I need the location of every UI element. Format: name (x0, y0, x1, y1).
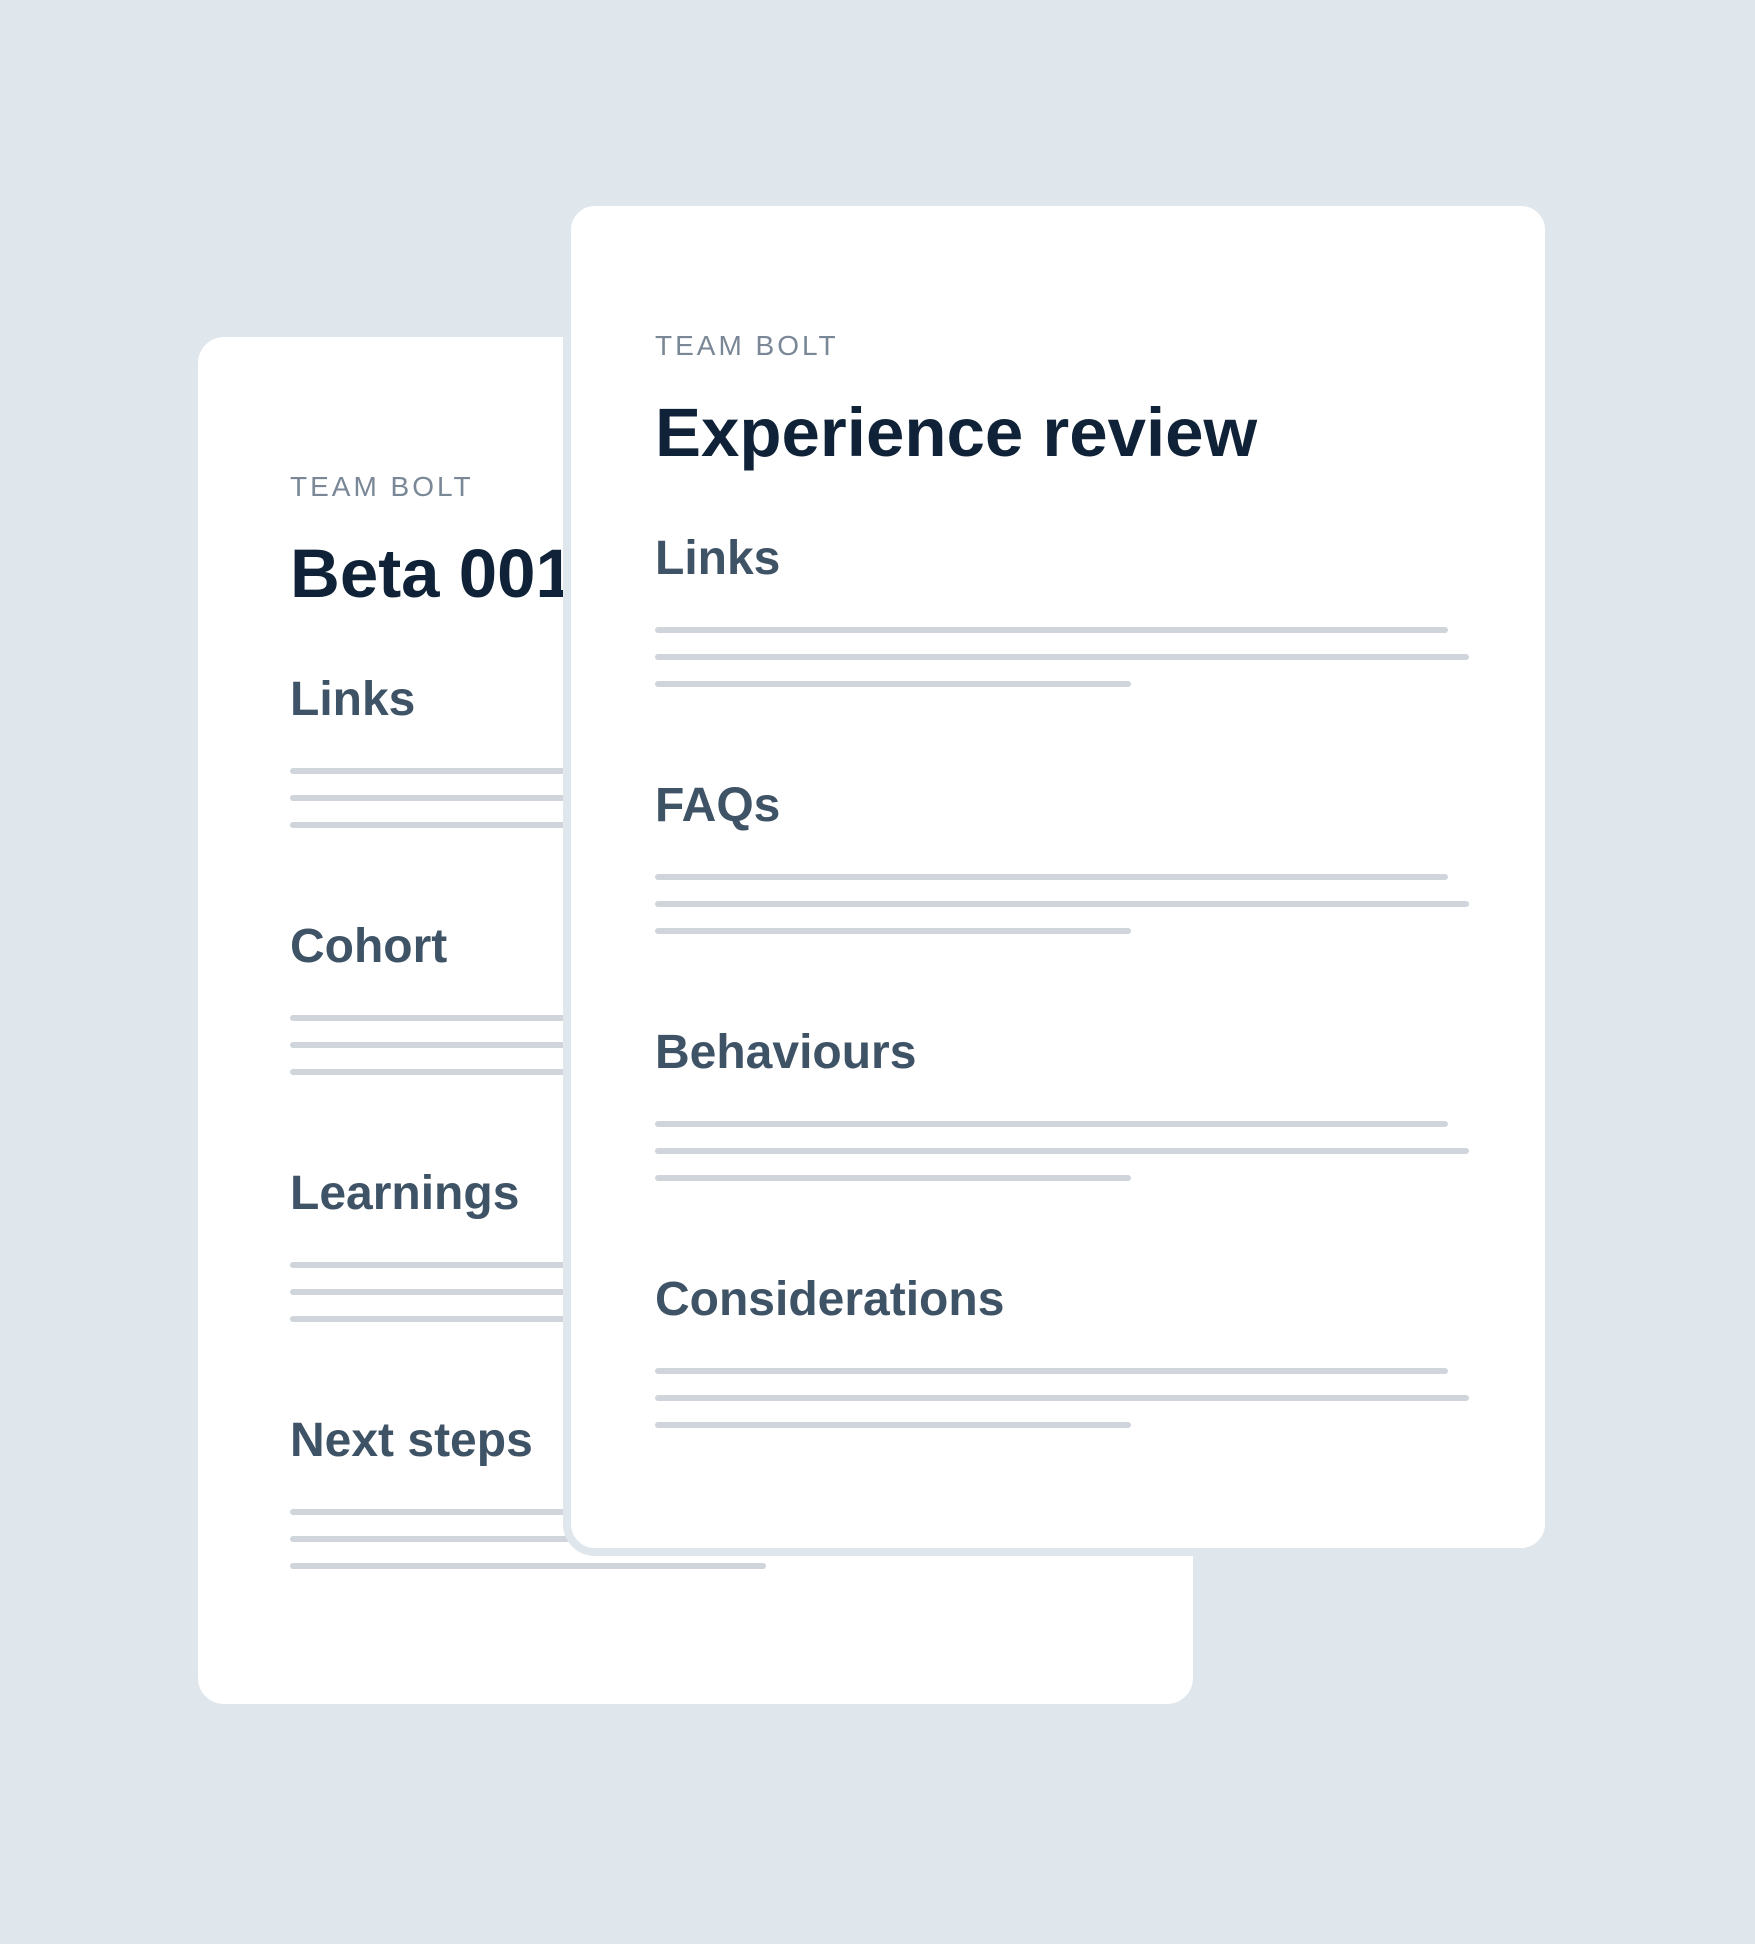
placeholder-line (655, 928, 1131, 934)
front-section-considerations: Considerations (655, 1276, 1469, 1523)
placeholder-line (655, 1121, 1448, 1127)
front-document-title: Experience review (655, 394, 1258, 471)
front-team-label: TEAM BOLT (655, 330, 839, 361)
text-placeholder (655, 627, 1469, 687)
front-section-links: Links (655, 535, 1469, 782)
placeholder-line (290, 1563, 766, 1569)
front-section-label: Behaviours (655, 1026, 917, 1079)
front-section-behaviours: Behaviours (655, 1029, 1469, 1276)
placeholder-line (655, 681, 1131, 687)
placeholder-line (655, 874, 1448, 880)
placeholder-line (655, 901, 1469, 907)
front-section-label: Links (655, 532, 781, 585)
front-section-label: Considerations (655, 1273, 1005, 1326)
placeholder-line (655, 627, 1448, 633)
front-section-label: FAQs (655, 779, 781, 832)
front-document-content: TEAM BOLT Experience review Links FAQs B… (655, 332, 1469, 1523)
placeholder-line (655, 1368, 1448, 1374)
front-section-list: Links FAQs Behaviours Considerations (655, 535, 1469, 1523)
placeholder-line (655, 1148, 1469, 1154)
placeholder-line (655, 1395, 1469, 1401)
front-section-faqs: FAQs (655, 782, 1469, 1029)
front-document-card[interactable]: TEAM BOLT Experience review Links FAQs B… (563, 198, 1553, 1556)
text-placeholder (655, 1368, 1469, 1428)
text-placeholder (655, 1121, 1469, 1181)
placeholder-line (655, 654, 1469, 660)
placeholder-line (655, 1422, 1131, 1428)
text-placeholder (655, 874, 1469, 934)
placeholder-line (655, 1175, 1131, 1181)
